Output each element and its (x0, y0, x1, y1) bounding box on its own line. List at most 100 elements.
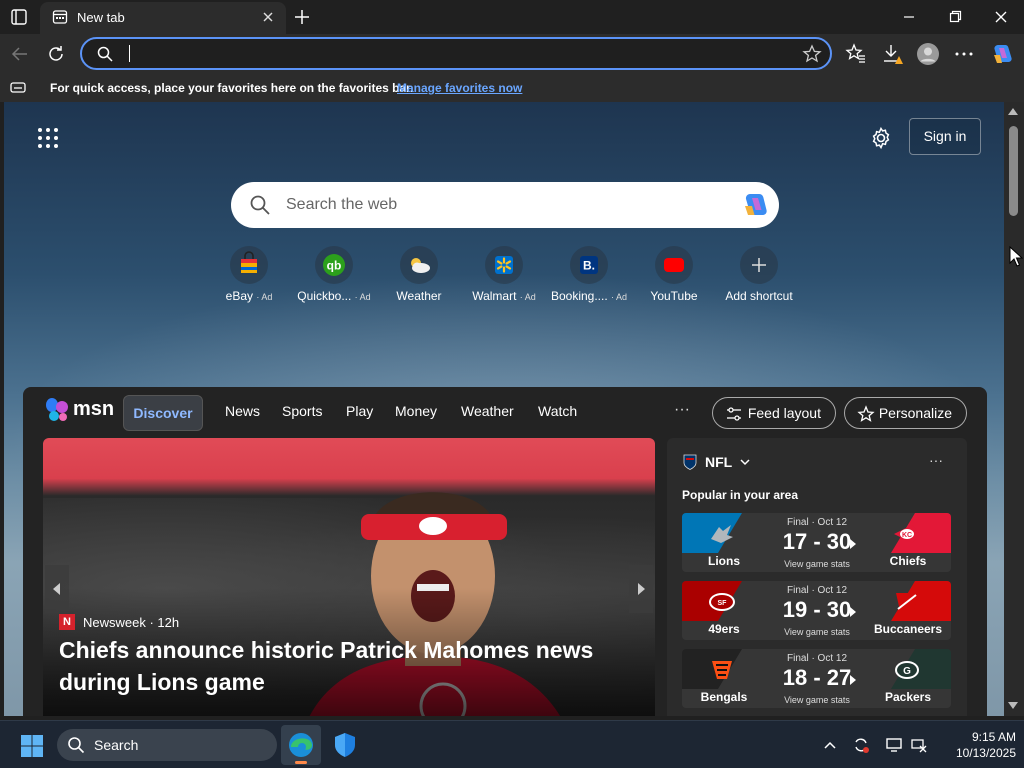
display-icon[interactable] (885, 736, 903, 754)
copilot-icon[interactable] (741, 192, 769, 218)
close-tab-icon[interactable] (260, 9, 276, 25)
more-tabs-button[interactable]: ··· (674, 401, 690, 419)
feed-layout-button[interactable]: Feed layout (712, 397, 836, 429)
play-icon (850, 607, 856, 617)
shortcut-label: Weather (396, 289, 442, 303)
copilot-icon[interactable] (990, 42, 1014, 66)
nfl-more-button[interactable]: ··· (929, 452, 943, 468)
settings-gear-icon[interactable] (869, 126, 893, 150)
youtube-icon (655, 246, 693, 284)
shortcut-youtube[interactable]: YouTube (632, 246, 716, 303)
new-tab-plus-icon[interactable] (292, 7, 312, 27)
new-tab-page: Sign in Search the web eBay · Ad qb Quic… (4, 102, 1004, 716)
add-shortcut-button[interactable]: Add shortcut (717, 246, 801, 303)
hero-story-card[interactable]: N Newsweek · 12h Chiefs announce histori… (43, 438, 655, 716)
weather-icon (400, 246, 438, 284)
minimize-icon[interactable] (897, 6, 921, 28)
tab-discover[interactable]: Discover (123, 395, 203, 431)
shortcut-ebay[interactable]: eBay · Ad (207, 246, 291, 303)
search-icon (68, 737, 85, 754)
taskbar-defender-button[interactable] (325, 725, 365, 765)
app-launcher-icon[interactable] (37, 127, 59, 149)
walmart-icon (485, 246, 523, 284)
sync-icon[interactable] (852, 736, 870, 754)
ad-label: · Ad (611, 292, 628, 302)
tab-money[interactable]: Money (395, 403, 437, 419)
tab-sports[interactable]: Sports (282, 403, 322, 419)
page-scrollbar[interactable] (1004, 102, 1024, 716)
msn-logo-text: msn (73, 398, 115, 420)
chevron-down-icon[interactable] (739, 457, 751, 467)
scrollbar-thumb[interactable] (1009, 126, 1018, 216)
show-hidden-icons-chevron-icon[interactable] (821, 736, 839, 754)
previous-story-button[interactable] (45, 565, 69, 613)
nfl-scores-card: NFL ··· Popular in your area KC Final · … (667, 438, 967, 716)
scroll-down-arrow-icon[interactable] (1008, 702, 1018, 709)
tab-weather[interactable]: Weather (461, 403, 514, 419)
tab-actions-icon[interactable] (10, 8, 28, 26)
favorites-icon[interactable] (844, 42, 868, 66)
chiefs-logo-icon: KC (894, 525, 920, 543)
nfl-title[interactable]: NFL (705, 454, 732, 470)
address-input[interactable] (132, 42, 792, 66)
title-bar: New tab (0, 0, 1024, 34)
away-team-name: Chiefs (889, 554, 927, 568)
taskbar-search[interactable]: Search (57, 729, 277, 761)
tab-new-tab[interactable]: New tab (40, 2, 286, 34)
shortcut-quickbooks[interactable]: qb Quickbo... · Ad (292, 246, 376, 303)
view-game-stats-link[interactable]: View game stats (772, 695, 862, 705)
ebay-icon (230, 246, 268, 284)
shortcut-booking[interactable]: B. Booking.... · Ad (547, 246, 631, 303)
nfl-shield-icon (683, 454, 697, 470)
favorite-star-icon[interactable] (802, 44, 822, 64)
back-icon[interactable] (8, 42, 32, 66)
edge-icon (289, 733, 313, 757)
game-status: Final · Oct 12 (786, 517, 848, 528)
msn-butterfly-icon (46, 398, 68, 421)
taskbar-edge-button[interactable] (281, 725, 321, 765)
search-icon (97, 46, 113, 62)
active-app-indicator (295, 761, 307, 764)
game-card-lions-chiefs[interactable]: KC Final · Oct 12 17 - 30 View game stat… (682, 513, 951, 572)
view-game-stats-link[interactable]: View game stats (772, 559, 862, 569)
search-icon (250, 195, 270, 215)
taskbar-search-label: Search (94, 737, 139, 753)
network-disconnected-icon[interactable] (910, 736, 928, 754)
sparkle-star-icon (857, 405, 875, 422)
next-story-button[interactable] (629, 565, 653, 613)
windows-start-icon[interactable] (20, 734, 44, 758)
svg-text:qb: qb (327, 259, 342, 273)
play-icon (850, 675, 856, 685)
tab-watch[interactable]: Watch (538, 403, 577, 419)
restore-icon[interactable] (943, 6, 967, 28)
msn-logo[interactable]: msn (45, 397, 115, 423)
refresh-icon[interactable] (44, 42, 68, 66)
downloads-icon[interactable] (880, 42, 904, 66)
view-game-stats-link[interactable]: View game stats (772, 627, 862, 637)
game-card-49ers-buccaneers[interactable]: SF Final · Oct 12 19 - 30 View game stat… (682, 581, 951, 640)
shortcut-walmart[interactable]: Walmart · Ad (462, 246, 546, 303)
address-bar[interactable] (80, 37, 832, 70)
clock-time: 9:15 AM (971, 730, 1016, 744)
scroll-up-arrow-icon[interactable] (1008, 108, 1018, 115)
tab-play[interactable]: Play (346, 403, 373, 419)
buccaneers-logo-icon (896, 593, 918, 611)
personalize-button[interactable]: Personalize (844, 397, 967, 429)
manage-favorites-link[interactable]: Manage favorites now (397, 81, 522, 95)
game-card-bengals-packers[interactable]: G Final · Oct 12 18 - 27 View game stats… (682, 649, 951, 708)
story-headline[interactable]: Chiefs announce historic Patrick Mahomes… (59, 634, 619, 698)
tab-news[interactable]: News (225, 403, 260, 419)
shortcut-label: Quickbo... (297, 289, 352, 303)
text-caret (129, 45, 130, 62)
web-search-box[interactable]: Search the web (231, 182, 779, 228)
away-team-name: Packers (884, 690, 932, 704)
system-clock[interactable]: 9:15 AM 10/13/2025 (936, 729, 1016, 761)
more-options-icon[interactable] (952, 42, 976, 66)
shortcut-label: Walmart (472, 289, 517, 303)
shortcut-weather[interactable]: Weather (377, 246, 461, 303)
sign-in-button[interactable]: Sign in (909, 118, 981, 155)
sliders-icon (727, 407, 741, 421)
play-icon (850, 539, 856, 549)
close-window-icon[interactable] (989, 6, 1013, 28)
profile-avatar-icon[interactable] (916, 42, 940, 66)
